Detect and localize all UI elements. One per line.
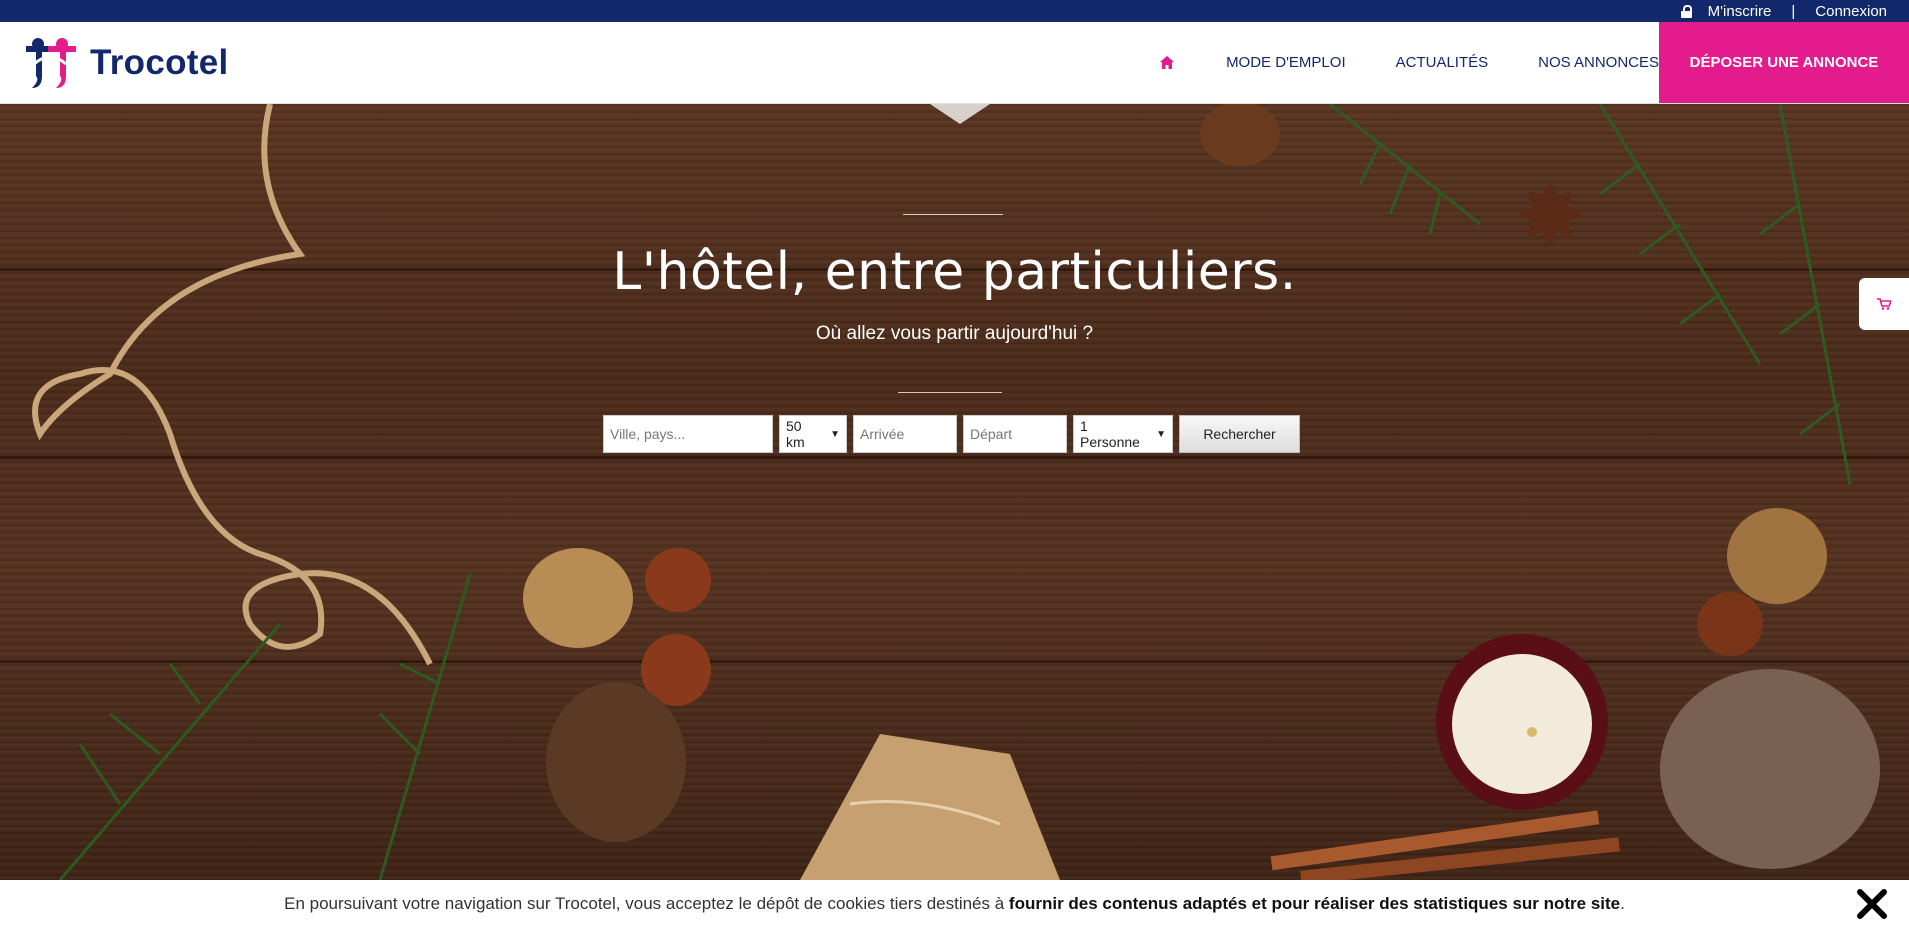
cart-icon[interactable]: [1859, 278, 1909, 330]
post-ad-button[interactable]: DÉPOSER UNE ANNONCE: [1659, 22, 1909, 103]
nav-mode-emploi[interactable]: MODE D'EMPLOI: [1226, 54, 1346, 71]
top-bar: M'inscrire | Connexion: [0, 0, 1909, 22]
cookie-text-end: .: [1620, 893, 1625, 913]
guests-select[interactable]: 1 Personne ▼: [1073, 415, 1173, 453]
dropdown-arrow-icon: ▼: [1156, 428, 1166, 440]
login-link[interactable]: Connexion: [1815, 3, 1887, 20]
main-nav: MODE D'EMPLOI ACTUALITÉS NOS ANNONCES: [1160, 22, 1659, 103]
nav-actualites[interactable]: ACTUALITÉS: [1396, 54, 1489, 71]
hero-title: L'hôtel, entre particuliers.: [612, 242, 1297, 302]
cookie-banner: En poursuivant votre navigation sur Troc…: [0, 880, 1909, 927]
lock-icon: [1680, 5, 1692, 18]
logo-icon: [26, 38, 76, 88]
brand-name: Trocotel: [90, 43, 229, 82]
register-link[interactable]: M'inscrire: [1708, 3, 1772, 20]
title-divider-top: [903, 214, 1003, 215]
departure-date-input[interactable]: Départ: [963, 415, 1067, 453]
radius-value: 50 km: [786, 418, 805, 450]
cookie-message: En poursuivant votre navigation sur Troc…: [284, 894, 1625, 914]
close-icon[interactable]: [1856, 888, 1888, 920]
arrival-date-input[interactable]: Arrivée: [853, 415, 957, 453]
home-icon[interactable]: [1160, 55, 1176, 70]
hero-subtitle: Où allez vous partir aujourd'hui ?: [815, 323, 1094, 344]
nav-annonces[interactable]: NOS ANNONCES: [1538, 54, 1659, 71]
search-button[interactable]: Rechercher: [1179, 415, 1300, 453]
cookie-text: En poursuivant votre navigation sur Troc…: [284, 893, 1009, 913]
destination-input[interactable]: Ville, pays...: [603, 415, 773, 453]
title-divider-bottom: [898, 392, 1002, 393]
guests-value: 1 Personne: [1080, 418, 1140, 450]
logo[interactable]: Trocotel: [20, 36, 229, 90]
search-form: Ville, pays... 50 km ▼ Arrivée Départ 1 …: [603, 415, 1300, 453]
account-links: M'inscrire | Connexion: [1680, 0, 1887, 22]
separator: |: [1791, 2, 1796, 20]
site-header: Trocotel MODE D'EMPLOI ACTUALITÉS NOS AN…: [0, 22, 1909, 104]
radius-select[interactable]: 50 km ▼: [779, 415, 847, 453]
hero-banner: L'hôtel, entre particuliers. Où allez vo…: [0, 104, 1909, 880]
dropdown-arrow-icon: ▼: [830, 428, 840, 440]
background-decor: [32, 104, 1880, 880]
cookie-text-bold: fournir des contenus adaptés et pour réa…: [1008, 893, 1621, 913]
